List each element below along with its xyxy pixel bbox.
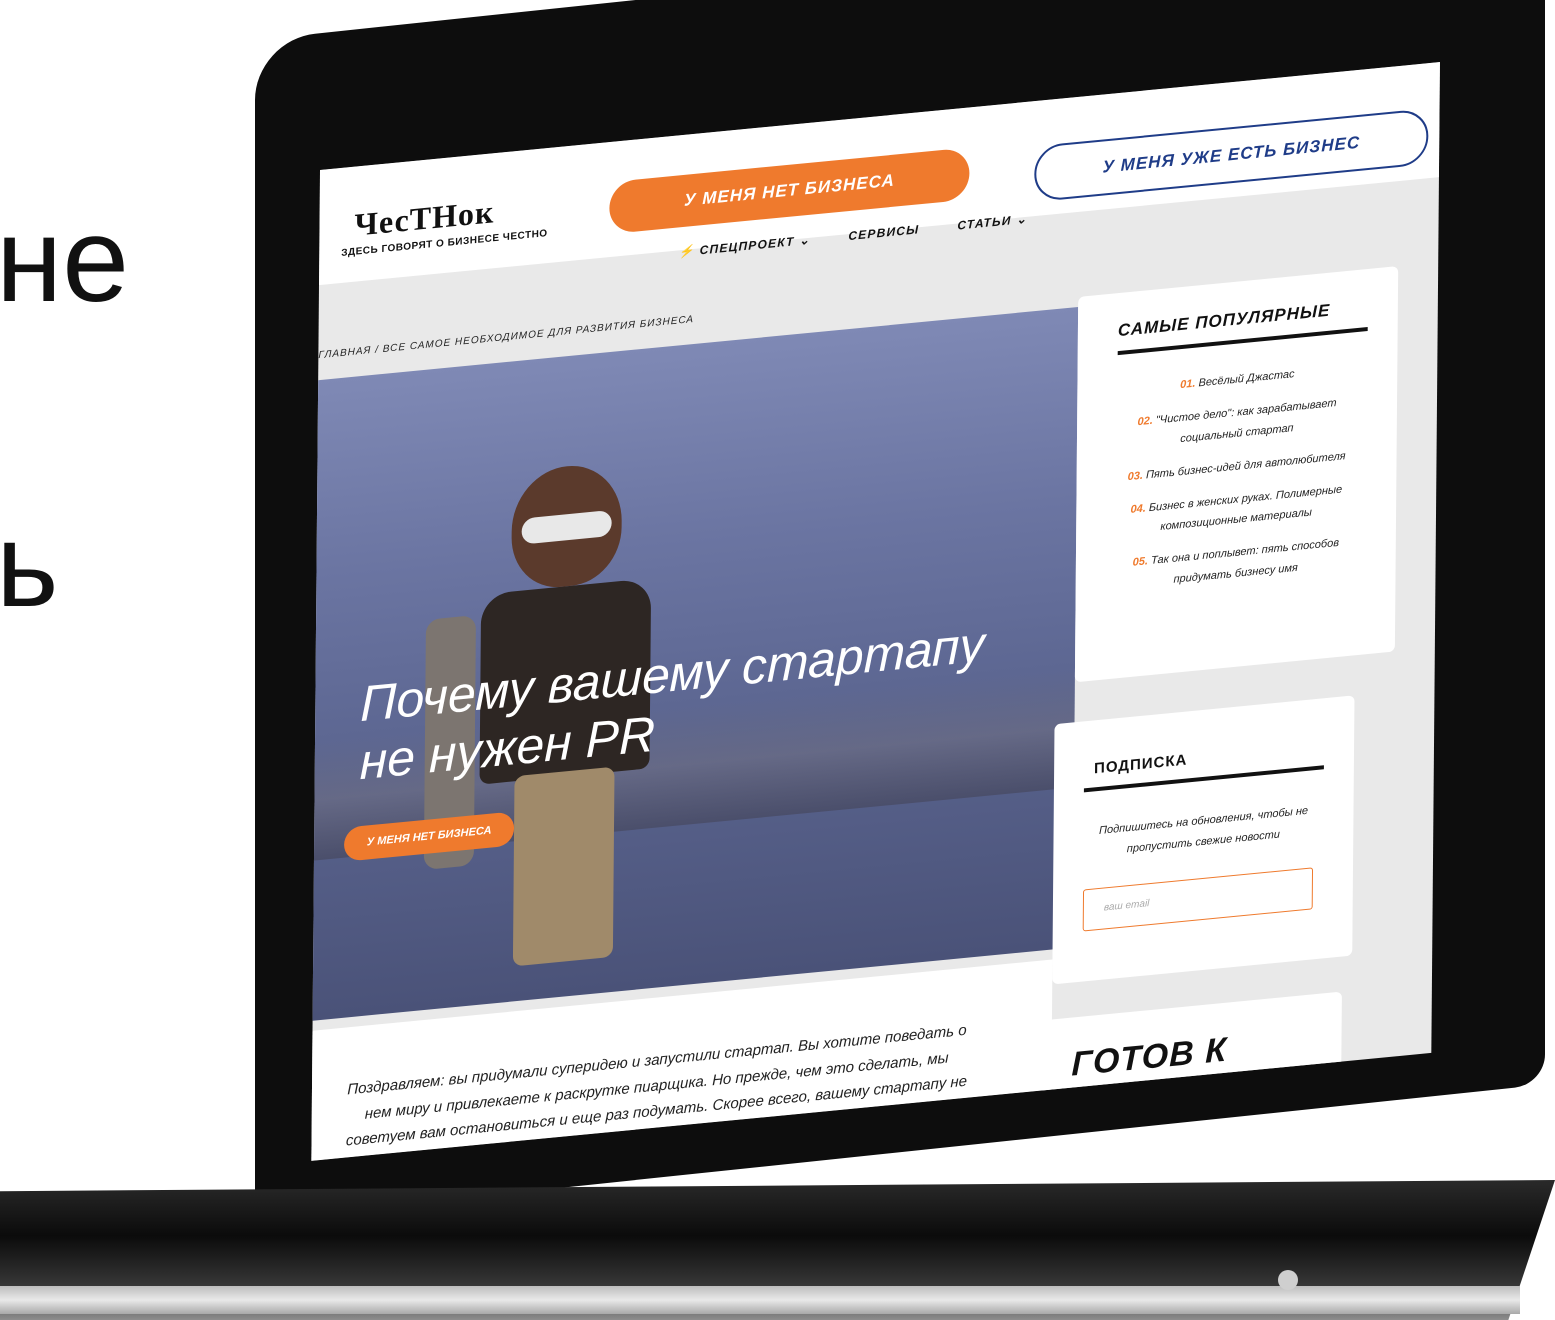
nav-item-articles[interactable]: СТАТЬИ ⌄	[957, 212, 1027, 233]
email-field[interactable]: ваш email	[1082, 867, 1314, 932]
no-business-button[interactable]: У МЕНЯ НЕТ БИЗНЕСА	[609, 147, 970, 235]
laptop-screen: ЧесТНок ЗДЕСЬ ГОВОРЯТ О БИЗНЕСЕ ЧЕСТНО У…	[311, 62, 1440, 1161]
chevron-down-icon: ⌄	[799, 232, 811, 248]
indicator-icon	[1278, 1270, 1298, 1290]
laptop-mockup: ЧесТНок ЗДЕСЬ ГОВОРЯТ О БИЗНЕСЕ ЧЕСТНО У…	[0, 0, 1555, 1320]
subscribe-card: ПОДПИСКА Подпишитесь на обновления, чтоб…	[1052, 695, 1355, 985]
chevron-down-icon: ⌄	[1016, 211, 1028, 227]
popular-item[interactable]: 05. Так она и поплывет: пять способов пр…	[1106, 531, 1366, 598]
nav-item-special[interactable]: ⚡ СПЕЦПРОЕКТ ⌄	[679, 233, 811, 260]
popular-list: 01. Весёлый Джастас 02. "Чистое дело": к…	[1106, 357, 1368, 597]
hero-banner: Почему вашему стартапу не нужен PR У МЕН…	[311, 306, 1079, 1024]
have-business-button[interactable]: У МЕНЯ УЖЕ ЕСТЬ БИЗНЕС	[1034, 108, 1429, 203]
popular-card: САМЫЕ ПОПУЛЯРНЫЕ 01. Весёлый Джастас 02.…	[1074, 266, 1399, 683]
subscribe-title: ПОДПИСКА	[1094, 751, 1188, 778]
subscribe-text: Подпишитесь на обновления, чтобы не проп…	[1098, 804, 1309, 856]
nav-item-services[interactable]: СЕРВИСЫ	[848, 222, 919, 243]
laptop-base-edge	[0, 1286, 1520, 1314]
lightning-icon: ⚡	[678, 243, 696, 260]
popular-title: САМЫЕ ПОПУЛЯРНЫЕ	[1117, 300, 1331, 341]
